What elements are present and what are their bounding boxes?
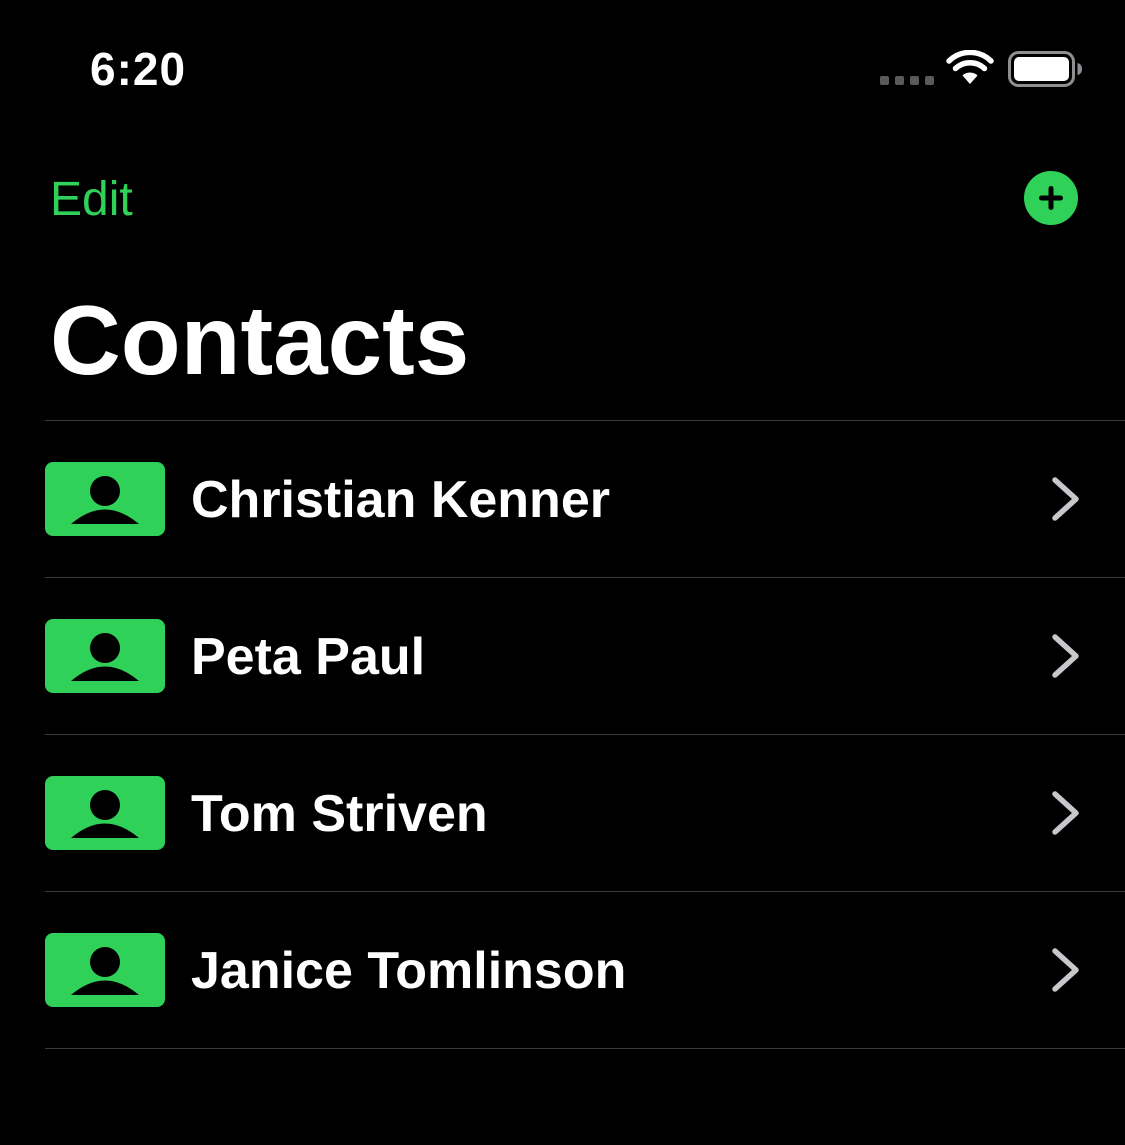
contact-name: Peta Paul <box>191 628 426 686</box>
add-contact-button[interactable] <box>1024 171 1078 225</box>
status-bar: 6:20 <box>0 0 1125 140</box>
edit-button[interactable]: Edit <box>50 170 133 230</box>
contact-row[interactable]: Tom Striven <box>45 735 1125 892</box>
contact-name: Christian Kenner <box>191 471 610 529</box>
chevron-right-icon <box>1052 477 1079 521</box>
cellular-signal-icon <box>880 76 934 85</box>
contact-name: Janice Tomlinson <box>191 942 627 1000</box>
wifi-icon <box>946 50 994 84</box>
battery-icon <box>1008 51 1082 87</box>
contact-row[interactable]: Christian Kenner <box>45 421 1125 578</box>
plus-circle-icon <box>1024 171 1078 225</box>
page-title: Contacts <box>50 285 470 395</box>
person-card-icon <box>45 619 165 693</box>
contact-row[interactable]: Peta Paul <box>45 578 1125 735</box>
contact-name: Tom Striven <box>191 785 488 843</box>
status-time: 6:20 <box>90 43 187 95</box>
contact-row[interactable]: Janice Tomlinson <box>45 892 1125 1049</box>
person-card-icon <box>45 462 165 536</box>
person-card-icon <box>45 776 165 850</box>
person-card-icon <box>45 933 165 1007</box>
chevron-right-icon <box>1052 948 1079 992</box>
chevron-right-icon <box>1052 791 1079 835</box>
chevron-right-icon <box>1052 634 1079 678</box>
contact-list: Christian Kenner Peta Paul Tom Striven J… <box>45 420 1125 1049</box>
